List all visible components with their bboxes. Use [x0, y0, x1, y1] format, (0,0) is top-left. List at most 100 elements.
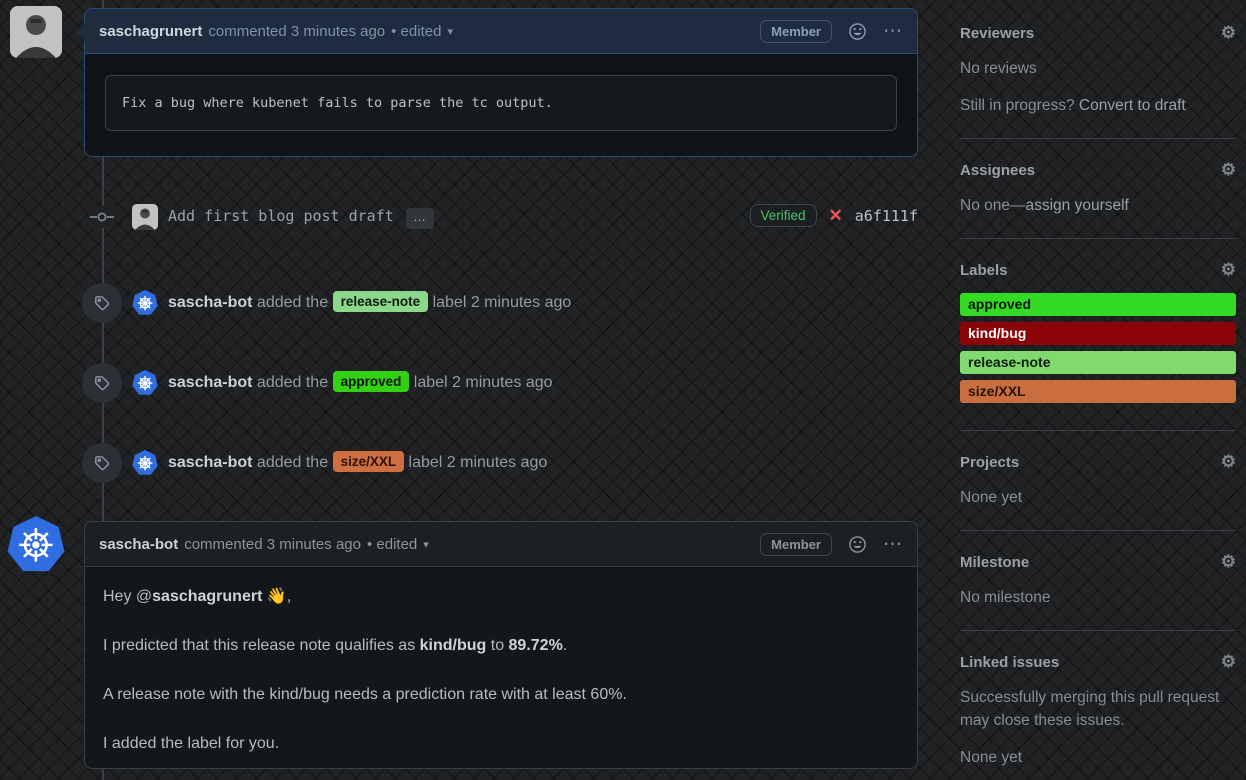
comment-timestamp: commented 3 minutes ago [208, 23, 385, 40]
tag-icon [82, 363, 122, 403]
linked-issues-desc: Successfully merging this pull request m… [960, 686, 1236, 732]
status-failed-x-icon[interactable]: ✕ [829, 206, 843, 226]
label-chip[interactable]: release-note [333, 291, 429, 312]
sidebar-section-projects: Projects⚙ None yet [960, 452, 1236, 531]
gear-icon[interactable]: ⚙ [1221, 23, 1236, 43]
actor-link[interactable]: sascha-bot [168, 454, 252, 471]
kebab-menu-icon[interactable]: ⋯ [883, 22, 903, 41]
bold-text: kind/bug [420, 637, 487, 654]
sidebar-label-size-xxl[interactable]: size/XXL [960, 380, 1236, 403]
add-reaction-button[interactable] [848, 535, 867, 554]
tag-icon [82, 283, 122, 323]
comment-paragraph: I predicted that this release note quali… [103, 634, 899, 658]
label-event-row: sascha-bot added the release-note label … [84, 283, 918, 323]
sidebar-label-kind-bug[interactable]: kind/bug [960, 322, 1236, 345]
commit-author-avatar[interactable] [132, 204, 158, 230]
no-linked-issues-text: None yet [960, 746, 1236, 769]
actor-link[interactable]: sascha-bot [168, 294, 252, 311]
chevron-down-icon[interactable]: ▾ [447, 25, 453, 38]
kebab-menu-icon[interactable]: ⋯ [883, 535, 903, 554]
sidebar-section-milestone: Milestone ⚙ No milestone [960, 552, 1236, 631]
avatar-saschagrunert[interactable] [10, 6, 62, 58]
draft-hint-text: Still in progress? [960, 97, 1079, 114]
bot-avatar[interactable] [132, 290, 158, 316]
event-suffix: label 2 minutes ago [414, 374, 553, 391]
wave-emoji: 👋 [267, 588, 287, 605]
text: Hey @ [103, 588, 152, 605]
member-badge: Member [760, 20, 832, 43]
bot-avatar[interactable] [132, 450, 158, 476]
text: , [287, 588, 291, 605]
sidebar-section-reviewers: Reviewers ⚙ No reviews Still in progress?… [960, 23, 1236, 139]
comment-body: Fix a bug where kubenet fails to parse t… [85, 54, 917, 152]
label-event-text: sascha-bot added the size/XXL label 2 mi… [168, 443, 547, 483]
commit-expand-button[interactable]: … [406, 208, 434, 229]
section-title: Labels [960, 262, 1008, 279]
comment-paragraph: A release note with the kind/bug needs a… [103, 683, 899, 707]
event-suffix: label 2 minutes ago [409, 454, 548, 471]
verified-badge[interactable]: Verified [750, 204, 817, 227]
bot-avatar[interactable] [132, 370, 158, 396]
event-action: added the [257, 454, 328, 471]
comment-timestamp: commented 3 minutes ago [184, 536, 361, 553]
assign-yourself-link[interactable]: assign yourself [1025, 197, 1128, 214]
timeline-main-column: saschagrunert commented 3 minutes ago • … [84, 0, 918, 780]
comment-header: saschagrunert commented 3 minutes ago • … [85, 9, 917, 54]
sidebar-label-release-note[interactable]: release-note [960, 351, 1236, 374]
comment-paragraph: I added the label for you. [103, 732, 899, 756]
sidebar-section-linked-issues: Linked issues ⚙ Successfully merging this… [960, 652, 1236, 780]
comment-author-link[interactable]: saschagrunert [99, 23, 202, 40]
actor-link[interactable]: sascha-bot [168, 374, 252, 391]
label-chip[interactable]: size/XXL [333, 451, 405, 472]
gear-icon[interactable]: ⚙ [1221, 452, 1236, 472]
convert-to-draft-link[interactable]: Convert to draft [1079, 97, 1186, 114]
event-suffix: label 2 minutes ago [433, 294, 572, 311]
avatar-sascha-bot[interactable] [7, 516, 65, 574]
gear-icon[interactable]: ⚙ [1221, 652, 1236, 672]
chevron-down-icon[interactable]: ▾ [423, 538, 429, 551]
sidebar-section-labels: Labels ⚙ approved kind/bug release-note s… [960, 260, 1236, 431]
smiley-icon [848, 535, 867, 554]
smiley-icon [848, 22, 867, 41]
section-title: Linked issues [960, 654, 1059, 671]
comment-edited-label: • edited [391, 23, 441, 40]
event-action: added the [257, 374, 328, 391]
sidebar-section-assignees: Assignees ⚙ No one—assign yourself [960, 160, 1236, 239]
section-title: Assignees [960, 162, 1035, 179]
sidebar-label-approved[interactable]: approved [960, 293, 1236, 316]
event-action: added the [257, 294, 328, 311]
commit-row: Add first blog post draft … Verified ✕ a… [84, 204, 918, 232]
sidebar: Reviewers ⚙ No reviews Still in progress?… [960, 0, 1236, 780]
text: I predicted that this release note quali… [103, 637, 420, 654]
label-chip[interactable]: approved [333, 371, 410, 392]
kubernetes-wheel-icon [15, 524, 57, 566]
gear-icon[interactable]: ⚙ [1221, 552, 1236, 572]
text: to [486, 637, 508, 654]
no-projects-text: None yet [960, 486, 1236, 509]
comment-edited-label: • edited [367, 536, 417, 553]
comment-header: sascha-bot commented 3 minutes ago • edi… [85, 522, 917, 567]
comment-author-link[interactable]: sascha-bot [99, 536, 178, 553]
label-event-row: sascha-bot added the size/XXL label 2 mi… [84, 443, 918, 483]
no-milestone-text: No milestone [960, 586, 1236, 609]
no-assignee-text: No one— [960, 197, 1025, 214]
commit-message-link[interactable]: Add first blog post draft [168, 207, 394, 225]
add-reaction-button[interactable] [848, 22, 867, 41]
section-title: Reviewers [960, 25, 1034, 42]
gear-icon[interactable]: ⚙ [1221, 260, 1236, 280]
text: . [563, 637, 567, 654]
comment-saschagrunert: saschagrunert commented 3 minutes ago • … [84, 8, 918, 157]
no-reviews-text: No reviews [960, 57, 1236, 80]
label-event-text: sascha-bot added the release-note label … [168, 283, 571, 323]
mention-link[interactable]: saschagrunert [152, 588, 262, 605]
tag-icon [82, 443, 122, 483]
gear-icon[interactable]: ⚙ [1221, 160, 1236, 180]
bold-text: 89.72% [509, 637, 563, 654]
person-photo-icon [132, 204, 158, 230]
code-block: Fix a bug where kubenet fails to parse t… [105, 75, 897, 131]
comment-paragraph: Hey @saschagrunert 👋, [103, 585, 899, 609]
comment-body: Hey @saschagrunert 👋, I predicted that t… [85, 567, 917, 769]
label-event-text: sascha-bot added the approved label 2 mi… [168, 363, 553, 403]
commit-sha-link[interactable]: a6f111f [855, 207, 918, 225]
section-title: Milestone [960, 554, 1029, 571]
